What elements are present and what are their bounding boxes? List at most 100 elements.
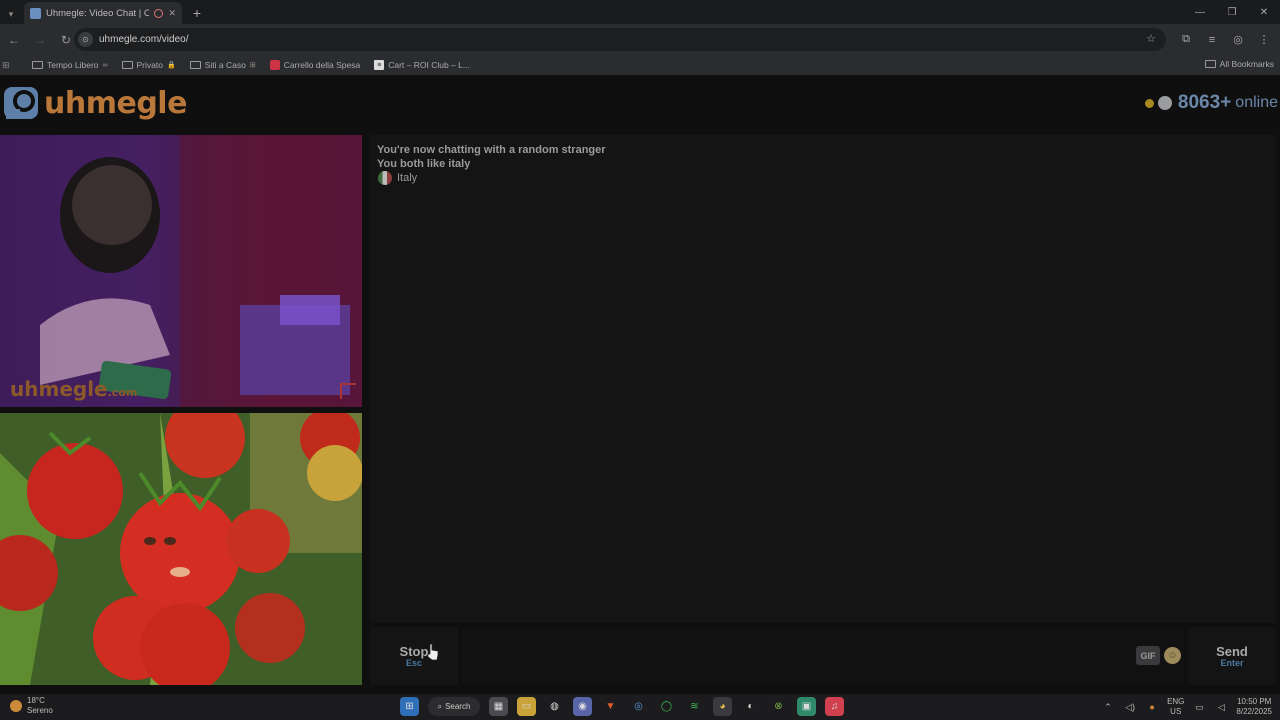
bookmark-roi-club[interactable]: ≡ Cart – ROI Club – L...	[374, 60, 470, 70]
online-count: 8063+	[1177, 92, 1232, 113]
tab-search-icon[interactable]: ▾	[2, 4, 20, 24]
date: 8/22/2025	[1236, 707, 1272, 716]
input-language[interactable]: ENG US	[1167, 697, 1184, 717]
weather-icon	[10, 700, 22, 712]
bookmark-star-icon[interactable]: ☆	[1146, 32, 1156, 45]
microphone-icon[interactable]: ●	[1145, 700, 1159, 714]
uhmegle-page: uhmegle 8063+ online uhmegle.com You're …	[0, 79, 1280, 690]
whatsapp-icon[interactable]: ◯	[657, 697, 676, 716]
time: 10:50 PM	[1237, 697, 1272, 706]
logo-text: uhmegle	[44, 85, 187, 121]
roi-club-icon: ≡	[374, 60, 385, 70]
uhmegle-logo[interactable]: uhmegle	[2, 83, 187, 123]
toolbar-right-icons: ⧉ ≡ ◎ ⋮	[1174, 28, 1276, 51]
bookmark-tempo-libero[interactable]: Tempo Libero ∞	[32, 60, 108, 70]
xbox-icon[interactable]: ⊗	[769, 697, 788, 716]
toggle-dot-icon[interactable]	[1157, 96, 1172, 110]
extensions-icon[interactable]: ⧉	[1174, 28, 1198, 51]
restore-icon[interactable]: ❐	[1216, 0, 1248, 24]
window-controls: — ❐ ✕	[1184, 0, 1280, 24]
chevron-up-icon[interactable]: ⌃	[1101, 700, 1115, 714]
minimize-icon[interactable]: —	[1184, 0, 1216, 24]
taskbar-apps: ⊞ ⌕ Search ▦ ▭ ◍ ◉ ▼ ◎ ◯ ≋ ◕ ◐ ⊗ ▣ ♫	[400, 697, 844, 716]
shopping-site-icon	[269, 60, 280, 70]
webcam-app-icon[interactable]: ◐	[741, 697, 760, 716]
screen: ▾ Uhmegle: Video Chat | Ome ✕ + — ❐ ✕ ← …	[0, 0, 1280, 720]
uhmegle-favicon-icon	[30, 7, 41, 19]
speaker-icon[interactable]: ◁	[1214, 700, 1228, 714]
profile-icon[interactable]: ◎	[1226, 28, 1250, 51]
country-label: Italy	[397, 172, 418, 184]
browser-toolbar: ← → ↻ ⊙ uhmegle.com/video/ ☆ ⧉ ≡ ◎ ⋮	[0, 24, 1280, 55]
media-controls-icon[interactable]: ≡	[1200, 28, 1224, 51]
send-label: Send	[1216, 644, 1248, 659]
stranger-video: uhmegle.com	[0, 135, 362, 407]
browser-tab[interactable]: Uhmegle: Video Chat | Ome ✕	[24, 2, 182, 24]
brave-icon[interactable]: ▼	[601, 697, 620, 716]
bookmark-tag: 🔒	[166, 62, 176, 69]
video-watermark: uhmegle.com	[10, 377, 137, 401]
report-flag-icon[interactable]	[340, 383, 356, 399]
close-window-icon[interactable]: ✕	[1248, 0, 1280, 24]
volume-icon[interactable]: ◁)	[1123, 700, 1137, 714]
stop-label: Stop	[399, 644, 429, 659]
send-button[interactable]: Send Enter	[1188, 627, 1276, 685]
search-icon: ⌕	[437, 701, 443, 711]
status-dot-icon	[1144, 98, 1154, 108]
italy-flag-icon	[378, 171, 392, 185]
site-info-icon[interactable]: ⊙	[78, 32, 93, 47]
bookmark-privato[interactable]: Privato 🔒	[121, 60, 176, 70]
store-icon[interactable]: ▦	[489, 697, 508, 716]
bookmarks-bar: ⊞ Tempo Libero ∞ Privato 🔒 Siti a Caso ⊞…	[0, 55, 1280, 75]
system-tray: ⌃ ◁) ● ENG US ▭ ◁ 10:50 PM 8/22/2025	[1101, 697, 1272, 717]
obs-icon[interactable]: ◍	[545, 697, 564, 716]
region-code: US	[1170, 707, 1182, 716]
app-icon[interactable]: ◎	[629, 697, 648, 716]
spotify-icon[interactable]: ≋	[685, 697, 704, 716]
folder-icon	[1204, 60, 1216, 68]
back-icon[interactable]: ←	[2, 28, 26, 52]
folder-icon	[189, 61, 201, 69]
tab-title: Uhmegle: Video Chat | Ome	[46, 7, 150, 19]
tab-close-icon[interactable]: ✕	[168, 8, 176, 19]
stop-button[interactable]: Stop Esc	[370, 627, 458, 685]
chrome-icon[interactable]: ◕	[713, 697, 732, 716]
apps-grid-icon[interactable]: ⊞	[2, 60, 18, 71]
gif-button[interactable]: GIF	[1136, 646, 1160, 665]
send-shortcut: Enter	[1220, 658, 1244, 668]
language-code: ENG	[1167, 697, 1185, 706]
common-interest-message: You both like italy	[377, 158, 471, 170]
windows-start-icon[interactable]: ⊞	[400, 697, 419, 716]
music-icon[interactable]: ♫	[825, 697, 844, 716]
search-label: Search	[445, 702, 471, 711]
emoji-icon[interactable]: ☺	[1164, 647, 1181, 664]
android-icon[interactable]: ▣	[797, 697, 816, 716]
menu-icon[interactable]: ⋮	[1252, 28, 1276, 51]
chat-controls: Stop Esc GIF ☺ Send Enter	[370, 627, 1276, 685]
status-message: You're now chatting with a random strang…	[377, 144, 606, 156]
folder-icon	[121, 61, 133, 69]
bookmark-label: Tempo Libero	[47, 60, 99, 70]
watermark-text: uhmegle	[10, 377, 108, 401]
message-input[interactable]	[462, 627, 1184, 685]
forward-icon[interactable]: →	[28, 28, 52, 52]
file-explorer-icon[interactable]: ▭	[517, 697, 536, 716]
new-tab-button[interactable]: +	[186, 2, 208, 24]
display-icon[interactable]: ▭	[1192, 700, 1206, 714]
browser-tab-bar: ▾ Uhmegle: Video Chat | Ome ✕ + — ❐ ✕	[0, 0, 1280, 24]
temperature: 18°C	[27, 696, 45, 705]
taskbar-search[interactable]: ⌕ Search	[428, 697, 480, 716]
address-bar[interactable]: ⊙ uhmegle.com/video/ ☆	[74, 28, 1166, 51]
all-bookmarks[interactable]: All Bookmarks	[1204, 59, 1274, 69]
weather-condition: Sereno	[27, 706, 53, 715]
logo-bubble-icon	[2, 83, 42, 123]
bookmark-label: Cart – ROI Club – L...	[388, 60, 470, 70]
weather-widget[interactable]: 18°C Sereno	[10, 696, 53, 716]
bookmark-carrello[interactable]: Carrello della Spesa	[269, 60, 361, 70]
windows-taskbar: 18°C Sereno ⊞ ⌕ Search ▦ ▭ ◍ ◉ ▼ ◎ ◯ ≋ ◕ …	[0, 694, 1280, 720]
discord-icon[interactable]: ◉	[573, 697, 592, 716]
bookmark-label: Carrello della Spesa	[283, 60, 361, 70]
bookmark-siti-a-caso[interactable]: Siti a Caso ⊞	[189, 60, 256, 70]
recording-indicator-icon	[154, 8, 164, 18]
clock[interactable]: 10:50 PM 8/22/2025	[1236, 697, 1272, 717]
